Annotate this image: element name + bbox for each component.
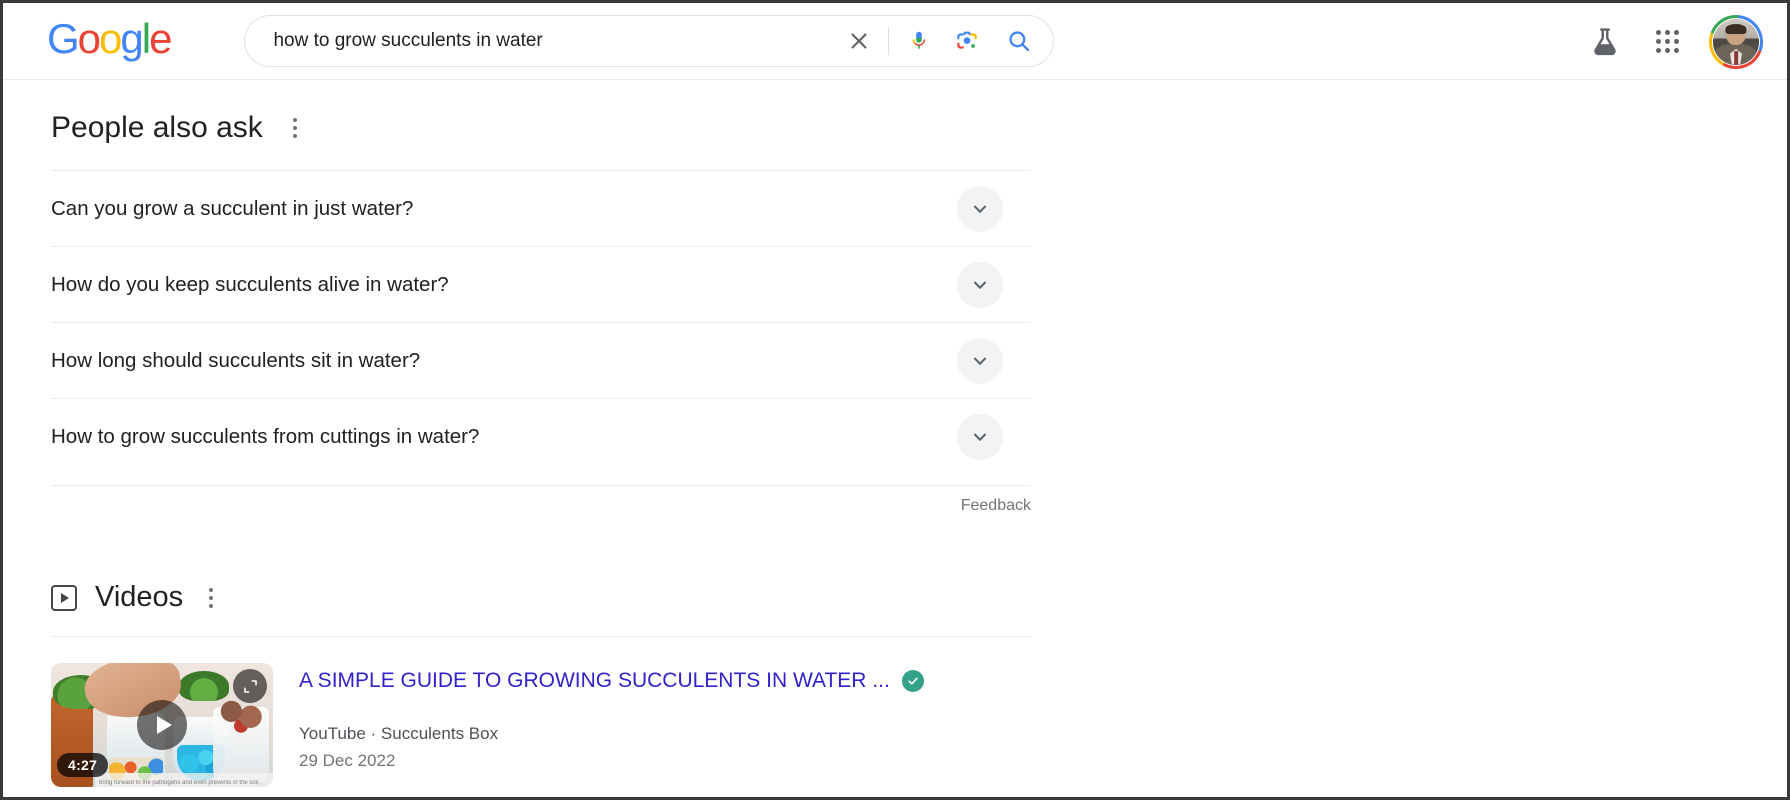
logo-letter-o1: o <box>77 15 101 62</box>
clear-search-button[interactable] <box>836 18 882 64</box>
google-logo[interactable]: Google <box>47 15 172 64</box>
video-metadata: YouTube · Succulents Box 29 Dec 2022 <box>299 721 924 774</box>
chevron-down-icon <box>973 205 987 213</box>
voice-search-button[interactable] <box>895 17 943 65</box>
google-lens-button[interactable] <box>943 17 991 65</box>
search-input[interactable] <box>245 30 837 52</box>
check-icon <box>908 677 918 685</box>
video-source: YouTube · Succulents Box <box>299 724 499 744</box>
feedback-link[interactable]: Feedback <box>961 485 1031 515</box>
paa-expand-button-3[interactable] <box>957 337 1003 384</box>
avatar-photo <box>1713 18 1759 65</box>
paa-expand-button-2[interactable] <box>957 261 1003 308</box>
videos-block: Videos bring forward to the pathogens an… <box>51 581 1031 787</box>
logo-letter-e: e <box>149 15 172 62</box>
close-icon <box>851 33 868 49</box>
paa-question-row-3[interactable]: How long should succulents sit in water? <box>51 323 1031 399</box>
video-title-row: A SIMPLE GUIDE TO GROWING SUCCULENTS IN … <box>299 667 924 694</box>
paa-question-text: Can you grow a succulent in just water? <box>51 196 414 220</box>
feedback-divider <box>51 485 1031 486</box>
videos-menu-button[interactable] <box>201 582 221 614</box>
paa-question-text: How long should succulents sit in water? <box>51 348 421 372</box>
play-circle-icon[interactable] <box>137 700 187 750</box>
video-thumbnail[interactable]: bring forward to the pathogens and even … <box>51 663 273 787</box>
account-avatar-button[interactable] <box>1709 14 1763 69</box>
logo-letter-o2: o <box>99 15 122 62</box>
paa-question-row-1[interactable]: Can you grow a succulent in just water? <box>51 171 1031 247</box>
people-also-ask-header: People also ask <box>51 108 1031 147</box>
video-result-item: bring forward to the pathogens and even … <box>51 663 1031 787</box>
expand-preview-button[interactable] <box>233 669 267 703</box>
verified-check-icon <box>901 669 924 692</box>
search-icon <box>1009 31 1030 52</box>
people-also-ask-list: Can you grow a succulent in just water? … <box>51 170 1031 475</box>
videos-divider <box>51 636 1031 637</box>
browser-screen: Google how to grow succulents in water P… <box>0 0 1790 800</box>
chevron-down-icon <box>973 357 987 365</box>
video-duration-badge: 4:27 <box>57 753 109 777</box>
video-date: 29 Dec 2022 <box>299 750 396 770</box>
google-lens-icon <box>957 31 978 49</box>
header-actions <box>1581 3 1763 80</box>
feedback-row: Feedback <box>51 485 1031 515</box>
paa-expand-button-4[interactable] <box>957 414 1003 460</box>
search-divider <box>888 27 890 55</box>
logo-letter-l: l <box>141 15 151 62</box>
results-main: People also ask Can you grow a succulent… <box>3 80 1787 787</box>
paa-question-row-4[interactable]: How to grow succulents from cuttings in … <box>51 399 1031 475</box>
logo-letter-g2: g <box>120 15 143 62</box>
google-apps-button[interactable] <box>1643 18 1691 66</box>
paa-question-text: How to grow succulents from cuttings in … <box>51 425 480 448</box>
paa-question-text: How do you keep succulents alive in wate… <box>51 272 449 296</box>
search-header: Google <box>3 3 1787 80</box>
search-box[interactable] <box>244 15 1055 67</box>
search-submit-button[interactable] <box>991 17 1047 65</box>
paa-expand-button-1[interactable] <box>957 185 1003 232</box>
logo-letter-g1: G <box>47 15 80 62</box>
video-title-link[interactable]: A SIMPLE GUIDE TO GROWING SUCCULENTS IN … <box>299 667 890 694</box>
videos-header: Videos <box>51 581 1031 614</box>
video-info: A SIMPLE GUIDE TO GROWING SUCCULENTS IN … <box>299 663 924 787</box>
expand-preview-icon <box>243 679 257 693</box>
microphone-icon <box>913 31 926 49</box>
flask-icon <box>1594 27 1616 55</box>
people-also-ask-menu-button[interactable] <box>285 112 305 144</box>
search-labs-button[interactable] <box>1581 18 1629 66</box>
chevron-down-icon <box>973 433 987 441</box>
people-also-ask-block: People also ask Can you grow a succulent… <box>51 108 1031 515</box>
video-play-badge-icon <box>51 584 77 611</box>
apps-grid-icon <box>1655 30 1679 53</box>
thumb-caption-text: bring forward to the pathogens and even … <box>99 780 261 786</box>
paa-question-row-2[interactable]: How do you keep succulents alive in wate… <box>51 247 1031 323</box>
page-title: People also ask <box>51 111 263 144</box>
chevron-down-icon <box>973 281 987 289</box>
videos-section-title: Videos <box>95 581 184 613</box>
thumb-art-plant-right <box>217 697 265 733</box>
avatar <box>1712 17 1760 66</box>
